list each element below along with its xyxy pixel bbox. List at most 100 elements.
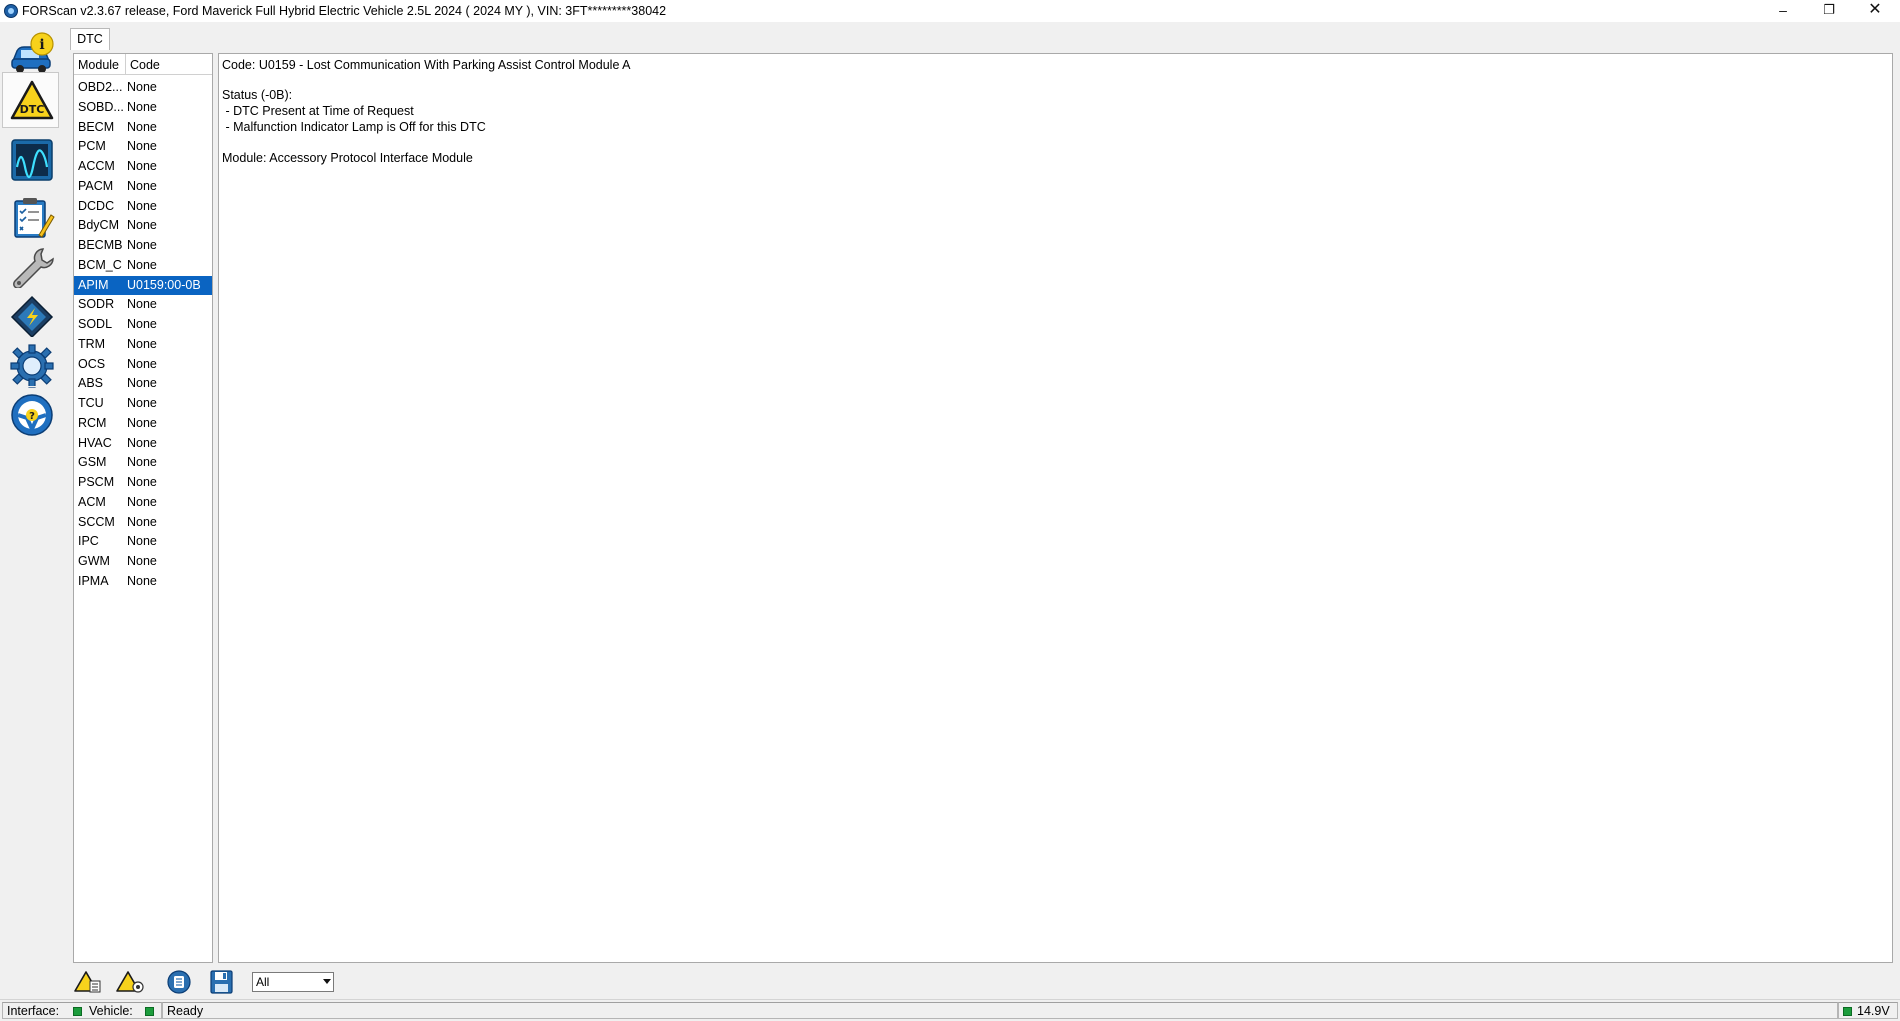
wrench-icon xyxy=(13,248,54,289)
module-row[interactable]: SODR None xyxy=(74,295,212,315)
oscilloscope-icon xyxy=(11,139,53,181)
read-dtc-button[interactable] xyxy=(74,969,104,995)
interface-status-led-icon xyxy=(73,1007,82,1016)
sidebar-item-dtc[interactable]: DTC xyxy=(2,72,59,128)
module-row[interactable]: HVAC None xyxy=(74,434,212,454)
dtc-code: None xyxy=(127,336,157,351)
module-row[interactable]: ACM None xyxy=(74,493,212,513)
sidebar-item-settings[interactable] xyxy=(2,337,59,393)
module-name: TRM xyxy=(78,336,106,351)
module-name: BECMB xyxy=(78,238,123,252)
minimize-button[interactable]: – xyxy=(1760,0,1806,22)
module-name: HVAC xyxy=(78,435,112,450)
maximize-button[interactable]: ❐ xyxy=(1806,0,1852,22)
module-rows: OBD2... None SOBD... None BECM None PCM None ACC… xyxy=(74,78,212,592)
module-row[interactable]: PSCM None xyxy=(74,473,212,493)
dtc-code: None xyxy=(127,80,157,94)
module-name: ACCM xyxy=(78,159,115,173)
voltage-readout: 14.9V xyxy=(1857,1004,1890,1018)
dtc-status-item: - DTC Present at Time of Request xyxy=(222,104,414,118)
module-name: OCS xyxy=(78,356,106,371)
sidebar-item-help[interactable]: ? xyxy=(2,386,59,442)
voltage-cell: 14.9V xyxy=(1838,1002,1898,1019)
voltage-led-icon xyxy=(1843,1007,1852,1016)
dtc-code: None xyxy=(127,435,157,450)
module-row[interactable]: PACM None xyxy=(74,177,212,197)
car-info-icon: i xyxy=(11,32,54,73)
dtc-code-line: Code: U0159 - Lost Communication With Pa… xyxy=(222,58,631,72)
module-row[interactable]: PCM None xyxy=(74,137,212,157)
module-row[interactable]: IPMA None xyxy=(74,572,212,592)
module-row[interactable]: BECMB None xyxy=(74,236,212,256)
close-button[interactable]: ✕ xyxy=(1852,0,1898,22)
module-row[interactable]: RCM None xyxy=(74,414,212,434)
clear-all-button[interactable] xyxy=(164,969,194,995)
module-row[interactable]: ABS None xyxy=(74,374,212,394)
vehicle-label: Vehicle: xyxy=(89,1004,133,1018)
module-name: BdyCM xyxy=(78,218,119,233)
module-name: SCCM xyxy=(78,514,115,529)
forscan-logo-icon xyxy=(4,4,18,18)
module-name: TCU xyxy=(78,396,104,410)
dtc-code: None xyxy=(127,554,157,568)
module-name: BCM_C xyxy=(78,257,122,272)
module-row[interactable]: APIM U0159:00-0B xyxy=(74,275,212,296)
sidebar-item-tests[interactable] xyxy=(2,189,59,245)
module-row[interactable]: OBD2... None xyxy=(74,78,212,98)
status-connection-cell: Interface: Vehicle: xyxy=(2,1002,162,1019)
dtc-code: None xyxy=(127,573,157,588)
dtc-code: None xyxy=(127,178,157,193)
dtc-code: None xyxy=(127,475,157,489)
module-row[interactable]: TCU None xyxy=(74,394,212,414)
module-name: ACM xyxy=(78,494,106,509)
module-list[interactable]: Module Code OBD2... None SOBD... None BECM No… xyxy=(73,53,213,963)
module-row[interactable]: GWM None xyxy=(74,552,212,572)
dtc-code: None xyxy=(127,119,157,134)
sidebar-item-oscilloscope[interactable] xyxy=(2,131,59,187)
warning-clear-icon xyxy=(116,971,144,993)
module-row[interactable]: SODL None xyxy=(74,315,212,335)
module-row[interactable]: BECM None xyxy=(74,118,212,138)
sidebar-item-service[interactable] xyxy=(2,239,59,295)
dtc-status-line: Status (-0B): xyxy=(222,88,293,102)
dtc-code: None xyxy=(127,514,157,529)
module-row[interactable]: OCS None xyxy=(74,355,212,375)
module-row[interactable]: BCM_C None xyxy=(74,256,212,276)
module-row[interactable]: GSM None xyxy=(74,453,212,473)
module-row[interactable]: SCCM None xyxy=(74,513,212,533)
column-header-code[interactable]: Code xyxy=(126,54,212,75)
dtc-code: None xyxy=(127,494,157,509)
save-button[interactable] xyxy=(206,969,236,995)
gear-icon xyxy=(10,344,54,388)
module-row[interactable]: TRM None xyxy=(74,335,212,355)
module-name: SODL xyxy=(78,317,113,331)
dtc-code: None xyxy=(127,238,157,252)
dtc-code: None xyxy=(127,534,157,549)
status-text: Ready xyxy=(167,1004,204,1018)
module-row[interactable]: ACCM None xyxy=(74,157,212,177)
module-row[interactable]: DCDC None xyxy=(74,197,212,217)
column-header-module[interactable]: Module xyxy=(74,54,126,75)
title-bar: FORScan v2.3.67 release, Ford Maverick F… xyxy=(0,0,1900,22)
module-name: BECM xyxy=(78,119,115,134)
warning-read-icon xyxy=(74,971,101,993)
module-name: SOBD... xyxy=(78,99,124,114)
module-name: PACM xyxy=(78,178,114,193)
module-row[interactable]: BdyCM None xyxy=(74,216,212,236)
dtc-code: None xyxy=(127,99,157,114)
checklist-icon xyxy=(14,198,55,238)
dtc-filter-select[interactable]: All xyxy=(252,972,334,992)
module-name: GSM xyxy=(78,455,107,470)
module-name: IPMA xyxy=(78,573,109,588)
tab-dtc[interactable]: DTC xyxy=(70,28,110,50)
module-name: PCM xyxy=(78,139,106,154)
dtc-code: None xyxy=(127,257,157,272)
module-row[interactable]: IPC None xyxy=(74,532,212,552)
window-title: FORScan v2.3.67 release, Ford Maverick F… xyxy=(22,4,667,18)
clear-dtc-button[interactable] xyxy=(116,969,146,995)
module-row[interactable]: SOBD... None xyxy=(74,98,212,118)
dtc-code: U0159:00-0B xyxy=(127,277,201,292)
sidebar-item-configuration[interactable] xyxy=(2,288,59,344)
module-name: RCM xyxy=(78,415,107,430)
dtc-filter-value: All xyxy=(256,975,270,989)
